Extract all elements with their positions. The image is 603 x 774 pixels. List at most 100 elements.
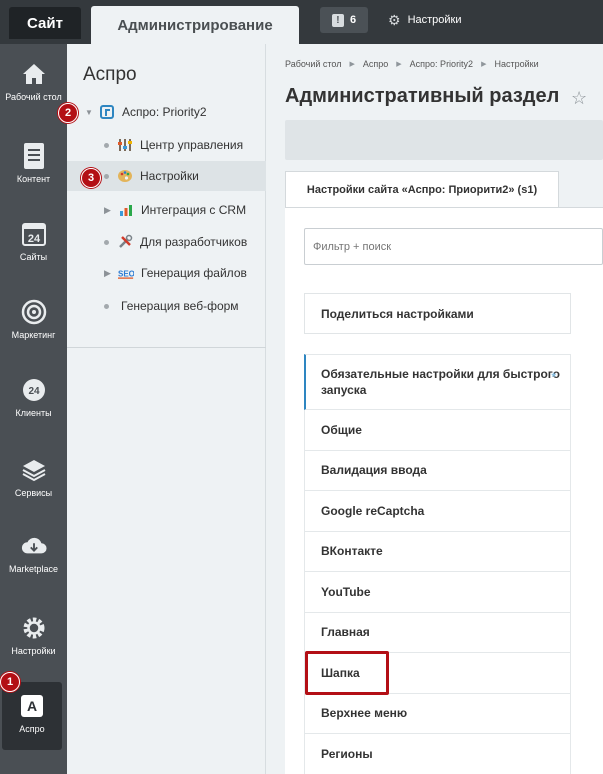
secmenu-item-crm-integration[interactable]: ▶ Интеграция с CRM [67, 195, 266, 225]
filter-search-input[interactable] [304, 228, 603, 265]
toolbar-area [285, 120, 603, 160]
secondary-menu: Аспро ▼ Аспро: Priority2 Центр управлени… [67, 44, 266, 774]
palette-icon [117, 168, 133, 184]
section-regions[interactable]: Регионы [304, 734, 571, 774]
breadcrumb-item[interactable]: Аспро [363, 59, 388, 69]
favorite-star-icon[interactable]: ☆ [571, 88, 587, 109]
svg-text:SEO: SEO [118, 270, 134, 279]
share-settings-button[interactable]: Поделиться настройками [304, 293, 571, 334]
breadcrumb-separator-icon: ▶ [396, 61, 402, 68]
home-icon [21, 60, 47, 88]
breadcrumb-item[interactable]: Настройки [494, 59, 538, 69]
tab-administration[interactable]: Администрирование [91, 6, 299, 44]
breadcrumb: Рабочий стол ▶ Аспро ▶ Аспро: Priority2 … [285, 59, 539, 69]
breadcrumb-separator-icon: ▶ [349, 61, 355, 68]
top-settings-label: Настройки [407, 14, 462, 26]
section-youtube[interactable]: YouTube [304, 572, 571, 613]
section-header[interactable]: Шапка [304, 653, 571, 694]
section-general[interactable]: Общие [304, 410, 571, 451]
leftmenu-item-aspro[interactable]: A Аспро [2, 682, 62, 750]
section-label: Верхнее меню [321, 706, 408, 721]
section-vkontakte[interactable]: ВКонтакте [304, 531, 571, 572]
leftmenu-label: Marketplace [8, 564, 59, 574]
leftmenu-label: Маркетинг [11, 330, 56, 340]
seo-icon: SEO [118, 265, 134, 281]
breadcrumb-item[interactable]: Аспро: Priority2 [410, 59, 473, 69]
section-input-validation[interactable]: Валидация ввода [304, 450, 571, 491]
secmenu-item-webform-generation[interactable]: Генерация веб-форм [67, 291, 266, 321]
leftmenu-item-content[interactable]: Контент [0, 126, 67, 202]
breadcrumb-item[interactable]: Рабочий стол [285, 59, 342, 69]
chevron-right-icon[interactable]: ▶ [104, 268, 112, 279]
required-star-icon: * [551, 370, 556, 384]
section-label: Регионы [321, 746, 373, 761]
secmenu-item-label: Настройки [140, 169, 199, 183]
breadcrumb-separator-icon: ▶ [481, 61, 487, 68]
chevron-down-icon[interactable]: ▼ [85, 108, 93, 117]
leftmenu-label: Клиенты [15, 408, 52, 418]
section-label: YouTube [321, 584, 371, 599]
top-settings-link[interactable]: ⚙ Настройки [388, 9, 462, 31]
main-content: Рабочий стол ▶ Аспро ▶ Аспро: Priority2 … [267, 44, 603, 774]
target-icon [21, 298, 47, 326]
control-panel-icon [117, 137, 133, 153]
secmenu-item-developers[interactable]: Для разработчиков [67, 227, 266, 257]
secmenu-item-label: Аспро: Priority2 [122, 105, 207, 119]
bullet-dot [104, 239, 109, 245]
section-top-menu[interactable]: Верхнее меню [304, 693, 571, 734]
settings-panel: Поделиться настройками Обязательные наст… [285, 207, 603, 774]
chart-icon [118, 202, 134, 218]
section-label: Общие [321, 422, 362, 437]
svg-text:24: 24 [27, 233, 40, 245]
bullet-dot [104, 303, 109, 309]
section-label: Google reCaptcha [321, 503, 425, 518]
section-required-settings[interactable]: Обязательные настройки для быстрого запу… [304, 354, 571, 410]
step-badge-2: 2 [58, 103, 78, 123]
chevron-right-icon[interactable]: ▶ [104, 205, 112, 216]
svg-text:24: 24 [28, 386, 40, 397]
secmenu-item-label: Для разработчиков [140, 235, 248, 249]
step-badge-1: 1 [0, 672, 20, 692]
section-main-page[interactable]: Главная [304, 612, 571, 653]
aspro-logo-icon: A [19, 692, 45, 720]
aspro-logo-glyph: A [21, 695, 43, 717]
leftmenu-item-clients[interactable]: 24 Клиенты [0, 360, 67, 436]
bullet-dot [104, 173, 109, 179]
page-title: Административный раздел [285, 85, 560, 107]
section-label: Валидация ввода [321, 463, 427, 478]
tab-site-settings[interactable]: Настройки сайта «Аспро: Приорити2» (s1) [285, 171, 559, 208]
secmenu-item-control-center[interactable]: Центр управления [67, 130, 266, 160]
bullet-dot [104, 142, 109, 148]
notifications-button[interactable]: ! 6 [320, 7, 368, 33]
secmenu-item-file-generation[interactable]: ▶ SEO Генерация файлов [67, 258, 266, 288]
step-badge-3: 3 [81, 168, 101, 188]
secmenu-item-label: Центр управления [140, 138, 244, 152]
menu-divider [67, 347, 266, 348]
tools-icon [117, 234, 133, 250]
cloud-download-icon [21, 532, 47, 560]
priority-logo-icon [99, 104, 115, 120]
leftmenu-item-services[interactable]: Сервисы [0, 440, 67, 516]
section-google-recaptcha[interactable]: Google reCaptcha [304, 491, 571, 532]
leftmenu-label: Настройки [11, 646, 56, 656]
notification-icon: ! [331, 13, 344, 27]
leftmenu-item-marketplace[interactable]: Marketplace [0, 516, 67, 592]
secmenu-item-label: Генерация файлов [141, 266, 247, 280]
section-label: ВКонтакте [321, 544, 383, 559]
secmenu-item-aspro-priority2[interactable]: ▼ Аспро: Priority2 [67, 97, 266, 127]
leftmenu-item-desktop[interactable]: Рабочий стол [0, 44, 67, 120]
tab-site[interactable]: Сайт [9, 7, 81, 39]
leftmenu-item-settings[interactable]: Настройки [0, 598, 67, 674]
section-label: Главная [321, 625, 370, 640]
leftmenu-item-marketing[interactable]: Маркетинг [0, 282, 67, 358]
gear-icon: ⚙ [388, 11, 401, 28]
secmenu-item-label: Интеграция с CRM [141, 203, 247, 217]
leftmenu-label: Контент [16, 174, 51, 184]
leftmenu-item-sites[interactable]: 24 Сайты [0, 204, 67, 280]
top-bar: Сайт Администрирование ! 6 ⚙ Настройки [0, 0, 603, 44]
layers-icon [21, 456, 47, 484]
calendar-24-icon: 24 [21, 220, 47, 248]
left-main-menu: Рабочий стол Контент 24 Сайты Маркетинг … [0, 44, 67, 774]
secondary-menu-title: Аспро [83, 64, 137, 85]
leftmenu-label: Сайты [19, 252, 48, 262]
